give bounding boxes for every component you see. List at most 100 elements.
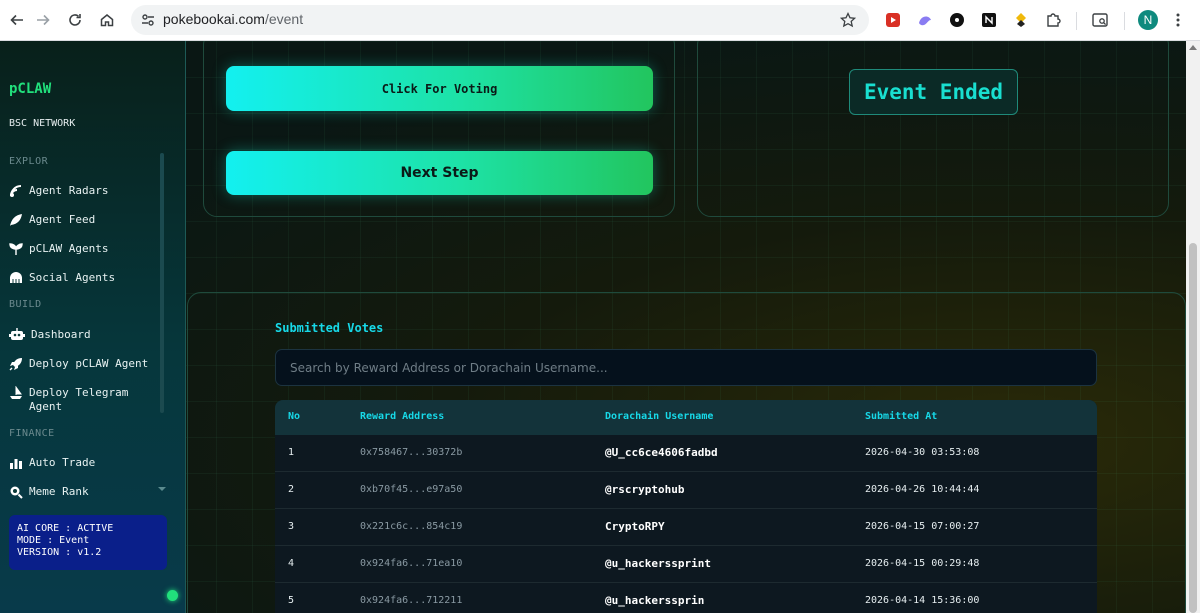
cell-username: @u_hackerssprin: [605, 594, 705, 607]
cell-reward-address: 0x924fa6...712211: [360, 595, 463, 606]
rocket-icon: [9, 358, 22, 371]
address-bar[interactable]: pokebookai.com/event: [131, 5, 869, 35]
cell-no: 1: [288, 447, 295, 458]
cell-submitted-at: 2026-04-15 00:29:48: [865, 558, 980, 569]
cell-reward-address: 0x221c6c...854c19: [360, 521, 463, 532]
robot-icon: [9, 328, 25, 340]
sidebar-item-agent-radars[interactable]: Agent Radars: [9, 184, 159, 198]
brand-logo[interactable]: pCLAW: [9, 81, 51, 97]
section-build: BUILD: [9, 299, 42, 310]
sidebar-item-label: Social Agents: [29, 271, 116, 284]
sidebar-item-deploy-telegram-agent[interactable]: Deploy Telegram Agent: [9, 386, 159, 414]
table-row: 3 0x221c6c...854c19 CryptoRPY 2026-04-15…: [275, 509, 1097, 546]
page-scrollbar[interactable]: [1186, 41, 1200, 613]
video-extension-icon[interactable]: [883, 10, 903, 30]
section-finance: FINANCE: [9, 428, 55, 439]
cell-reward-address: 0x758467...30372b: [360, 447, 463, 458]
status-line-core: AI CORE : ACTIVE: [17, 523, 114, 534]
table-row: 4 0x924fa6...71ea10 @u_hackerssprint 202…: [275, 546, 1097, 583]
sidebar-item-label: Dashboard: [31, 328, 91, 341]
toolbar-divider: [1124, 12, 1125, 30]
reload-icon[interactable]: [64, 9, 86, 31]
table-row: 1 0x758467...30372b @U_cc6ce4606fadbd 20…: [275, 435, 1097, 472]
table-row: 5 0x924fa6...712211 @u_hackerssprin 2026…: [275, 583, 1097, 613]
sidebar-item-label: Meme Rank: [29, 485, 89, 498]
page-content: pCLAW BSC NETWORK EXPLOR Agent Radars Ag…: [0, 41, 1186, 613]
wallet-extension-icon[interactable]: [1011, 10, 1031, 30]
column-header-no: No: [288, 411, 301, 422]
back-icon[interactable]: [6, 9, 28, 31]
next-step-button[interactable]: Next Step: [226, 151, 653, 195]
sidebar-item-auto-trade[interactable]: Auto Trade: [9, 456, 159, 470]
cell-no: 2: [288, 484, 295, 495]
sidebar-item-label: Agent Radars: [29, 184, 109, 197]
cell-submitted-at: 2026-04-15 07:00:27: [865, 521, 980, 532]
home-icon[interactable]: [96, 9, 118, 31]
table-header: No Reward Address Dorachain Username Sub…: [275, 400, 1097, 435]
url-host: pokebookai.com: [163, 11, 265, 27]
votes-search-input[interactable]: [275, 349, 1097, 386]
sidebar-item-deploy-pclaw-agent[interactable]: Deploy pCLAW Agent: [9, 357, 159, 371]
scrollbar-thumb[interactable]: [1189, 243, 1197, 613]
extensions-puzzle-icon[interactable]: [1043, 10, 1063, 30]
cell-username: @U_cc6ce4606fadbd: [605, 446, 718, 459]
cell-reward-address: 0xb70f45...e97a50: [360, 484, 463, 495]
sidebar-item-label: Auto Trade: [29, 456, 96, 469]
profile-avatar[interactable]: N: [1138, 10, 1158, 30]
side-panel-icon[interactable]: [1090, 10, 1110, 30]
column-header-submitted-at: Submitted At: [865, 411, 938, 422]
status-line-mode: MODE : Event: [17, 535, 90, 546]
url-path: /event: [264, 11, 304, 27]
column-header-dorachain-username: Dorachain Username: [605, 411, 714, 422]
radar-icon: [10, 185, 22, 197]
group-icon: [10, 272, 22, 283]
sidebar-item-label: Agent Feed: [29, 213, 96, 226]
votes-table: No Reward Address Dorachain Username Sub…: [275, 400, 1097, 613]
cell-username: CryptoRPY: [605, 520, 665, 533]
notion-extension-icon[interactable]: [979, 10, 999, 30]
sidebar-item-label: Deploy Telegram Agent: [29, 386, 129, 413]
forward-icon[interactable]: [32, 9, 54, 31]
sidebar-item-label: pCLAW Agents: [29, 242, 109, 255]
sidebar-item-social-agents[interactable]: Social Agents: [9, 271, 159, 285]
table-row: 2 0xb70f45...e97a50 @rscryptohub 2026-04…: [275, 472, 1097, 509]
toolbar-divider: [1076, 12, 1077, 30]
sidebar-item-pclaw-agents[interactable]: pCLAW Agents: [9, 242, 159, 256]
url-text: pokebookai.com/event: [163, 11, 303, 27]
ai-core-status-box: AI CORE : ACTIVE MODE : Event VERSION : …: [9, 515, 167, 570]
scroll-up-arrow-icon[interactable]: [1189, 45, 1197, 50]
online-status-dot: [167, 590, 178, 601]
ai-extension-icon[interactable]: [947, 10, 967, 30]
click-for-voting-button[interactable]: Click For Voting: [226, 66, 653, 111]
sidebar-item-dashboard[interactable]: Dashboard: [9, 328, 159, 342]
cell-no: 5: [288, 595, 295, 606]
status-line-version: VERSION : v1.2: [17, 547, 102, 558]
chart-bars-icon: [10, 459, 22, 469]
cell-submitted-at: 2026-04-26 10:44:44: [865, 484, 980, 495]
ship-icon: [10, 386, 22, 399]
cell-reward-address: 0x924fa6...71ea10: [360, 558, 463, 569]
cell-submitted-at: 2026-04-30 03:53:08: [865, 447, 980, 458]
sidebar-item-label: Deploy pCLAW Agent: [29, 357, 149, 370]
sidebar-item-agent-feed[interactable]: Agent Feed: [9, 213, 159, 227]
network-label: BSC NETWORK: [9, 118, 76, 129]
assistant-extension-icon[interactable]: [915, 10, 935, 30]
menu-kebab-icon[interactable]: [1168, 10, 1188, 30]
sidebar-scrollbar[interactable]: [160, 153, 164, 413]
search-coin-icon: [10, 486, 23, 499]
feed-leaf-icon: [10, 214, 22, 226]
cell-submitted-at: 2026-04-14 15:36:00: [865, 595, 980, 606]
site-info-icon[interactable]: [139, 11, 157, 29]
event-ended-badge: Event Ended: [849, 69, 1018, 115]
cell-username: @u_hackerssprint: [605, 557, 711, 570]
sidebar: pCLAW BSC NETWORK EXPLOR Agent Radars Ag…: [0, 41, 186, 613]
browser-toolbar: pokebookai.com/event N: [0, 0, 1200, 41]
sprout-icon: [9, 243, 23, 255]
sidebar-item-meme-rank[interactable]: Meme Rank: [9, 485, 159, 499]
cell-no: 3: [288, 521, 295, 532]
sidebar-scroll-down-icon[interactable]: [158, 487, 166, 491]
bookmark-star-icon[interactable]: [839, 11, 857, 29]
cell-no: 4: [288, 558, 295, 569]
cell-username: @rscryptohub: [605, 483, 685, 496]
section-explore: EXPLOR: [9, 156, 49, 167]
